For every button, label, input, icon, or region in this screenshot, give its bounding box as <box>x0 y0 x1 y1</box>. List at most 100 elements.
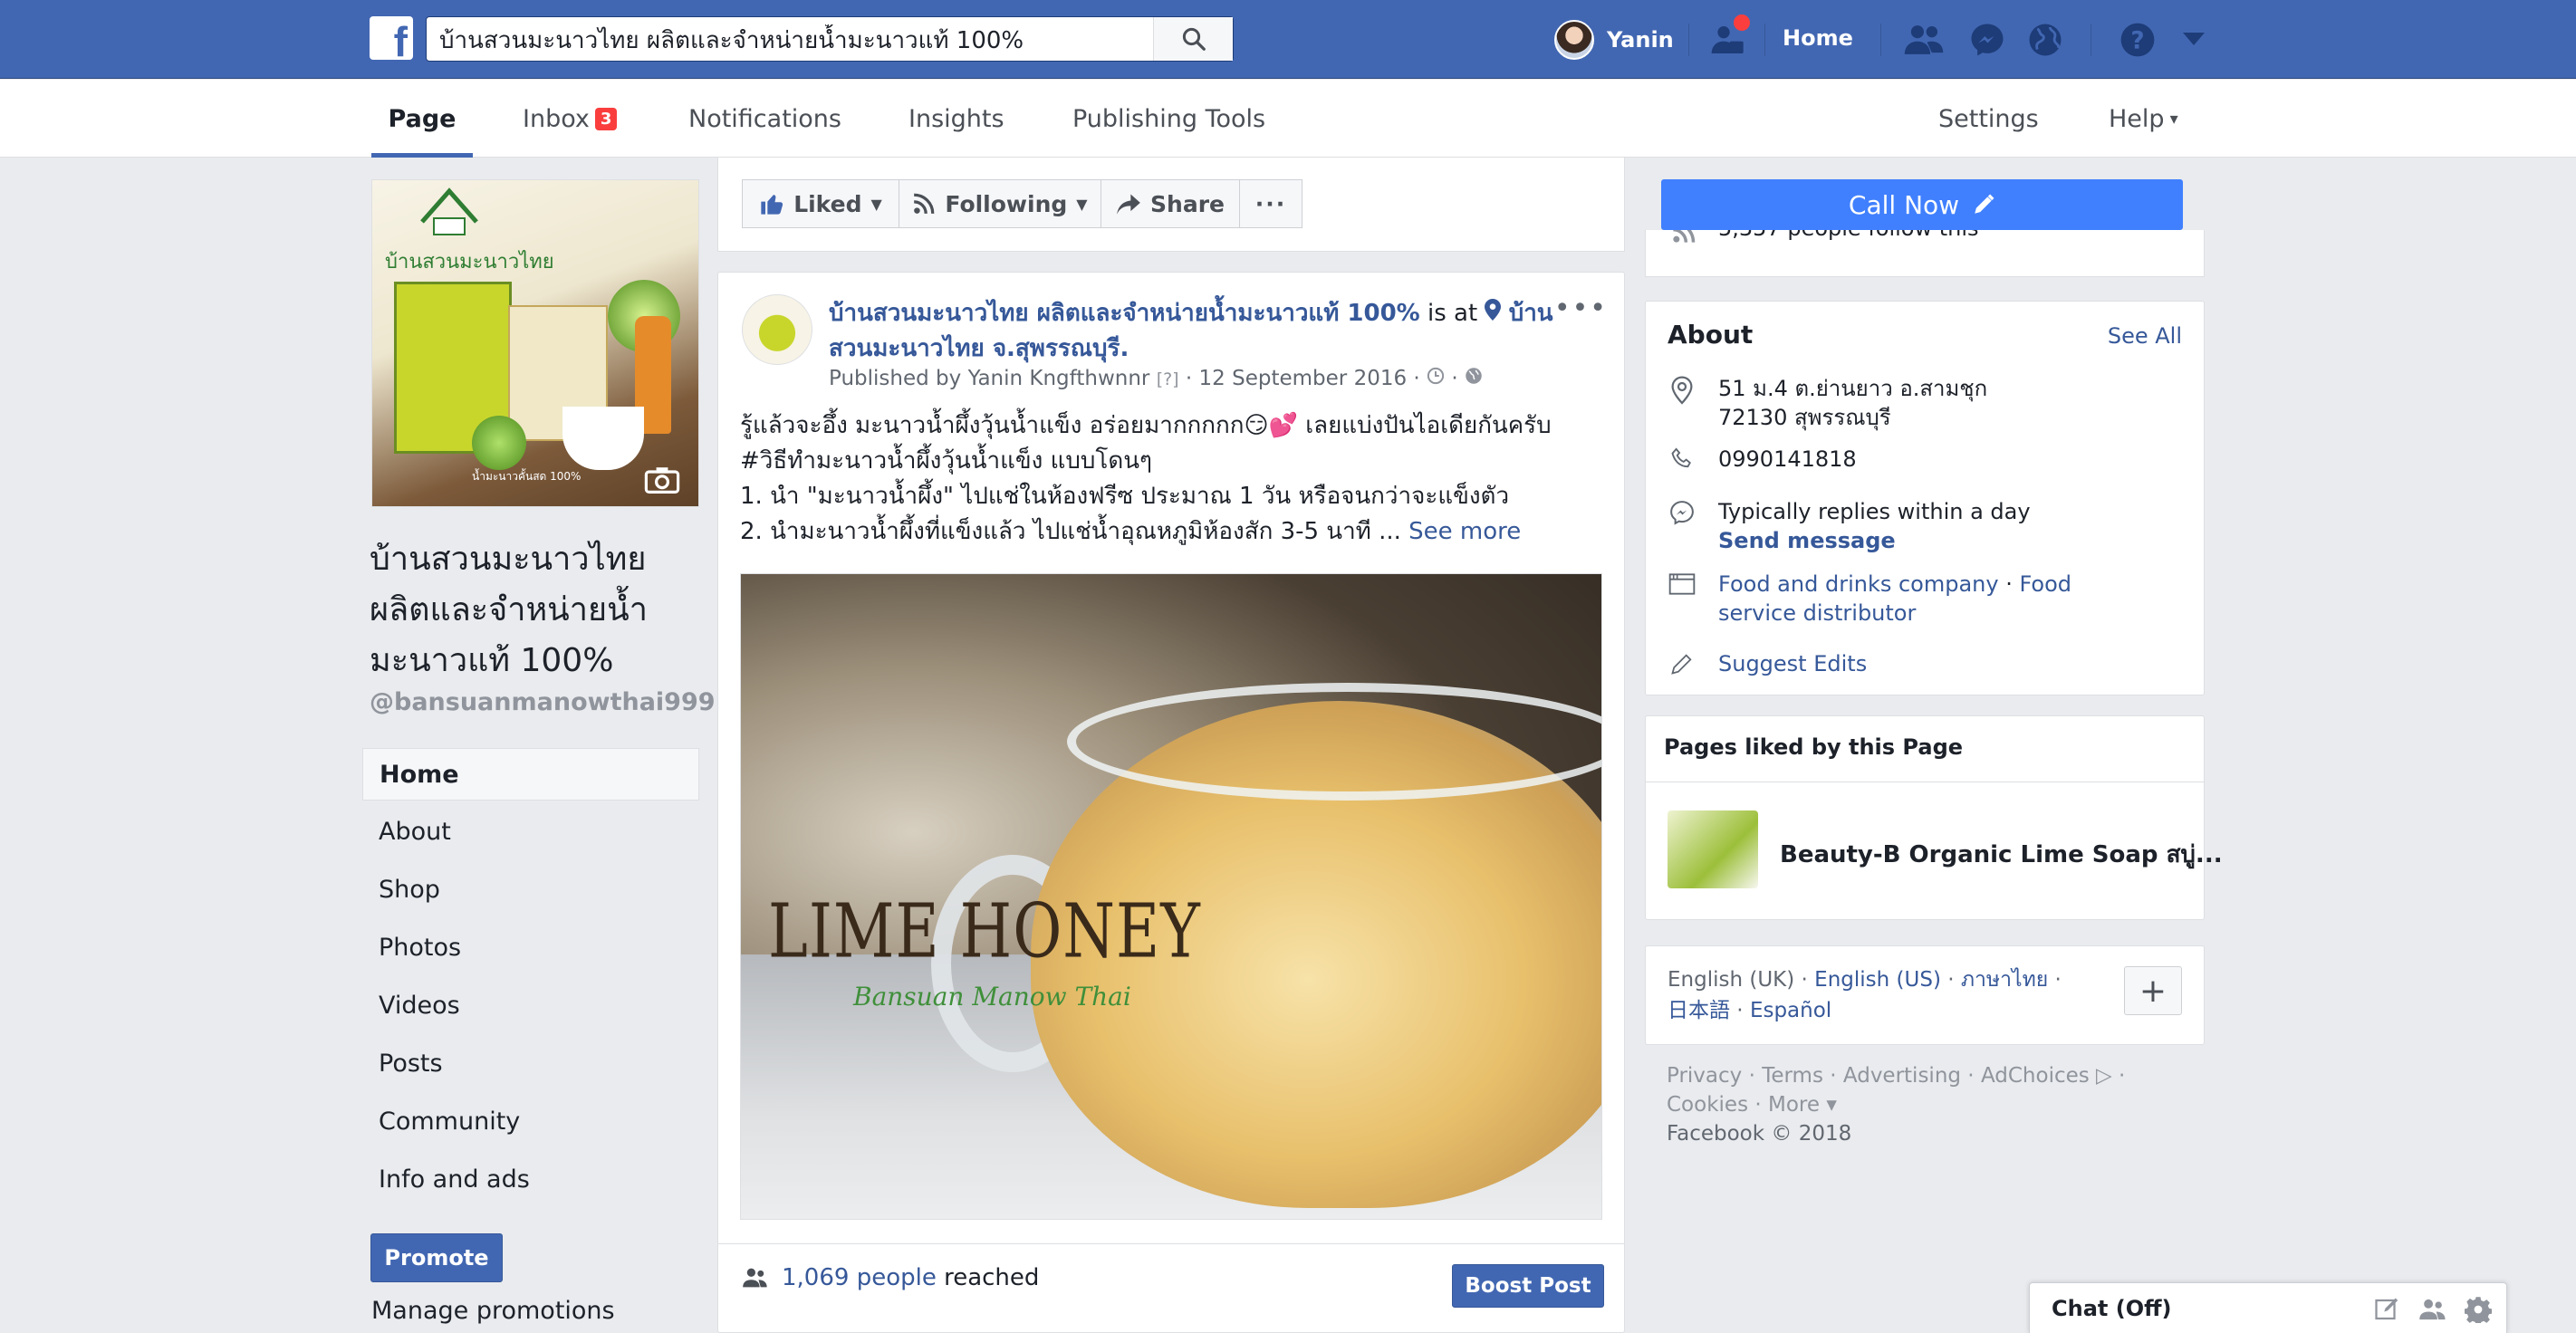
post-options-button[interactable]: ••• <box>1554 292 1608 324</box>
chevron-down-icon: ▾ <box>2169 109 2178 129</box>
tab-label: Publishing Tools <box>1072 104 1266 133</box>
help-button[interactable]: ? <box>2116 18 2159 62</box>
footer-link[interactable]: Terms <box>1762 1064 1823 1088</box>
help-menu[interactable]: Help ▾ <box>2109 80 2178 158</box>
call-now-label: Call Now <box>1848 189 1960 220</box>
sidebar-item-shop[interactable]: Shop <box>362 863 699 916</box>
footer-link[interactable]: AdChoices ▷ <box>1981 1064 2112 1088</box>
tab-notifications[interactable]: Notifications <box>688 80 841 158</box>
sidebar-item-info-and-ads[interactable]: Info and ads <box>362 1153 699 1205</box>
help-mark[interactable]: [?] <box>1157 369 1179 389</box>
tab-settings[interactable]: Settings <box>1938 80 2039 158</box>
liked-page-name[interactable]: Beauty-B Organic Lime Soap สบู่... <box>1780 836 2223 873</box>
camera-icon[interactable] <box>644 465 680 494</box>
footer-link[interactable]: More ▾ <box>1768 1093 1837 1117</box>
gear-icon <box>2465 1297 2492 1323</box>
share-button[interactable]: Share <box>1101 179 1240 228</box>
post-card: บ้านสวนมะนาวไทย ผลิตและจำหน่ายน้ำมะนาวแท… <box>717 272 1625 1333</box>
see-all-link[interactable]: See All <box>2108 323 2182 349</box>
photo-subtitle-text: Bansuan Manow Thai <box>853 982 1131 1012</box>
page-roles-button[interactable] <box>1706 13 1752 62</box>
sidebar-item-posts[interactable]: Posts <box>362 1037 699 1089</box>
globe-icon[interactable] <box>1465 367 1483 385</box>
photo-title-text: LIME HONEY <box>768 887 1201 975</box>
promote-button[interactable]: Promote <box>370 1233 503 1282</box>
sidebar-item-community[interactable]: Community <box>362 1095 699 1147</box>
sidebar-item-videos[interactable]: Videos <box>362 979 699 1031</box>
boost-post-button[interactable]: Boost Post <box>1452 1264 1604 1308</box>
sidebar-item-photos[interactable]: Photos <box>362 921 699 973</box>
search-icon <box>1182 27 1206 51</box>
people-icon <box>743 1268 767 1288</box>
language-option[interactable]: 日本語 <box>1668 999 1730 1022</box>
current-language: English (UK) <box>1668 968 1795 992</box>
account-menu-button[interactable] <box>2172 18 2216 62</box>
sidebar-item-label: Shop <box>379 875 440 904</box>
messenger-icon <box>1670 501 1694 525</box>
add-language-button[interactable]: + <box>2124 966 2182 1015</box>
language-separator: · <box>1794 968 1815 992</box>
about-card: About See All 51 ม.4 ต.ย่านยาว อ.สามชุก … <box>1645 301 2205 695</box>
svg-text:?: ? <box>2130 28 2144 55</box>
language-option[interactable]: English (US) <box>1814 968 1941 992</box>
inbox-count-badge: 3 <box>594 107 618 130</box>
manage-promotions-link[interactable]: Manage promotions <box>371 1297 615 1325</box>
search-input[interactable] <box>439 24 1164 55</box>
phone-number[interactable]: 0990141818 <box>1718 445 1857 474</box>
tab-label: Settings <box>1938 104 2039 133</box>
notification-dot <box>1732 13 1752 33</box>
see-more-link[interactable]: See more <box>1408 518 1521 545</box>
suggest-edits-link[interactable]: Suggest Edits <box>1718 649 1867 678</box>
category-link[interactable]: Food and drinks company <box>1718 571 1999 597</box>
footer-link[interactable]: Cookies <box>1667 1093 1748 1117</box>
page-action-bar: Liked ▼ Following ▼ Share ··· <box>717 158 1625 252</box>
notifications-button[interactable] <box>2023 18 2067 62</box>
language-card: English (UK) · English (US) · ภาษาไทย · … <box>1645 945 2205 1045</box>
post-date-link[interactable]: 12 September 2016 <box>1199 367 1408 390</box>
create-group-button[interactable] <box>2417 1294 2448 1325</box>
sidebar-item-about[interactable]: About <box>362 805 699 858</box>
messenger-row: Typically replies within a day Send mess… <box>1668 497 2031 555</box>
messenger-button[interactable] <box>1966 18 2009 62</box>
more-options-button[interactable]: ··· <box>1239 179 1302 228</box>
liked-page-thumbnail[interactable] <box>1668 810 1758 888</box>
chat-sidebar-tab[interactable]: Chat (Off) <box>2029 1282 2507 1333</box>
page-profile-photo[interactable]: บ้านสวนมะนาวไทย น้ำมะนาวคั้นสด 100% <box>371 179 699 507</box>
tab-inbox[interactable]: Inbox 3 <box>523 80 618 158</box>
liked-button[interactable]: Liked ▼ <box>742 179 899 228</box>
chat-settings-button[interactable] <box>2463 1294 2494 1325</box>
page-username[interactable]: @bansuanmanowthai999 <box>370 688 716 716</box>
divider <box>1688 24 1689 56</box>
tab-insights[interactable]: Insights <box>908 80 1004 158</box>
language-option[interactable]: ภาษาไทย <box>1961 968 2048 992</box>
post-author-link[interactable]: บ้านสวนมะนาวไทย ผลิตและจำหน่ายน้ำมะนาวแท… <box>829 300 1420 327</box>
copyright-text: Facebook © 2018 <box>1667 1122 1852 1146</box>
post-photo[interactable]: LIME HONEY Bansuan Manow Thai <box>740 573 1602 1220</box>
tab-publishing-tools[interactable]: Publishing Tools <box>1072 80 1265 158</box>
profile-link[interactable]: Yanin <box>1554 0 1674 79</box>
reach-count-link[interactable]: 1,069 people <box>782 1264 937 1291</box>
page-title: บ้านสวนมะนาวไทย ผลิตและจำหน่ายน้ำมะนาวแท… <box>370 541 648 679</box>
search-box <box>426 16 1234 62</box>
rss-icon <box>1673 230 1696 243</box>
friend-requests-button[interactable] <box>1902 18 1946 62</box>
phone-row: 0990141818 <box>1668 445 1857 474</box>
new-message-button[interactable] <box>2372 1294 2403 1325</box>
footer-link[interactable]: Privacy <box>1667 1064 1742 1088</box>
send-message-link[interactable]: Send message <box>1718 526 2031 555</box>
post-author-avatar[interactable] <box>742 294 812 365</box>
following-label: Following <box>945 190 1068 217</box>
following-button[interactable]: Following ▼ <box>899 179 1101 228</box>
tab-page[interactable]: Page <box>371 80 473 158</box>
footer-link[interactable]: Advertising <box>1843 1064 1961 1088</box>
sidebar-item-home[interactable]: Home <box>362 748 699 801</box>
call-now-button[interactable]: Call Now <box>1661 179 2183 230</box>
sidebar-item-label: Posts <box>379 1049 443 1078</box>
facebook-logo-icon[interactable]: f <box>370 16 413 60</box>
sidebar-item-label: Videos <box>379 991 460 1020</box>
cup-decoration <box>562 407 644 470</box>
language-option[interactable]: Español <box>1750 999 1831 1022</box>
search-button[interactable] <box>1153 17 1233 61</box>
published-by-text: Published by Yanin Kngfthwnnr <box>829 367 1150 390</box>
home-link[interactable]: Home <box>1783 25 1853 51</box>
